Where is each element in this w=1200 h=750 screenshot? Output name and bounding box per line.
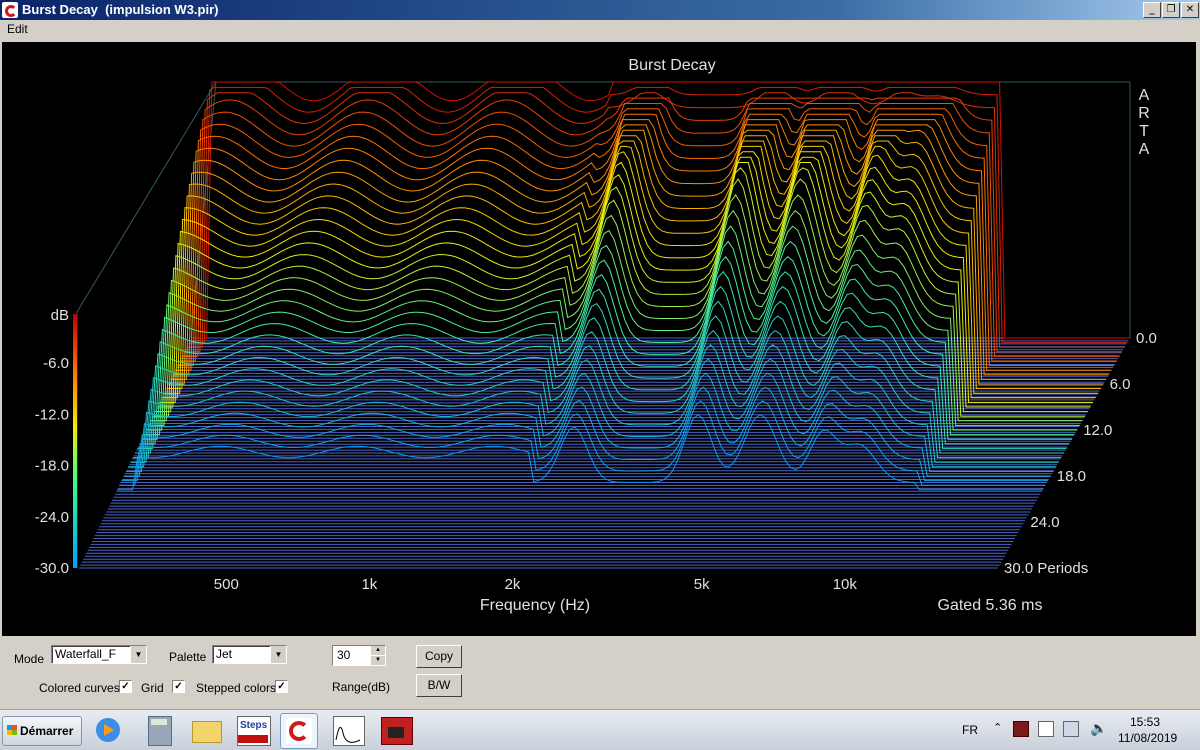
period-tick-label: 0.0 bbox=[1136, 330, 1157, 347]
decay-curves bbox=[117, 81, 1130, 491]
decay-curve bbox=[135, 300, 1064, 454]
steps-label: Steps bbox=[240, 720, 268, 731]
frequency-tick-label: 2k bbox=[505, 576, 521, 593]
db-tick-label: -30.0 bbox=[35, 560, 69, 577]
start-button[interactable]: Démarrer bbox=[2, 716, 82, 746]
range-value: 30 bbox=[337, 648, 351, 662]
copy-button[interactable]: Copy bbox=[416, 645, 462, 668]
stepped-colors-checkbox[interactable]: ✓ bbox=[275, 680, 288, 693]
decay-curve bbox=[179, 108, 1117, 362]
colored-curves-checkbox[interactable]: ✓ bbox=[119, 680, 132, 693]
decay-curve bbox=[152, 178, 1086, 417]
db-unit-label: dB bbox=[51, 307, 69, 324]
watermark-letter: A bbox=[1139, 141, 1150, 158]
burst-decay-plot: Burst Decay ARTA dB -6.0 -12.0 -18.0 -24.0-… bbox=[2, 42, 1196, 636]
clock-time[interactable]: 15:53 bbox=[1130, 715, 1160, 729]
frequency-tick-label: 5k bbox=[694, 576, 710, 593]
action-center-icon[interactable] bbox=[1038, 721, 1054, 737]
menu-bar: Edit bbox=[0, 20, 1200, 38]
controls-panel: Mode Waterfall_F ▼ Palette Jet ▼ 30 ▲ ▼ … bbox=[0, 638, 1200, 708]
show-hidden-icons-icon[interactable]: ⌃ bbox=[993, 721, 1002, 734]
db-color-scale bbox=[73, 314, 77, 568]
tray-app-icon[interactable] bbox=[1013, 721, 1029, 737]
chart-title: Burst Decay bbox=[628, 57, 715, 74]
mode-select[interactable]: Waterfall_F ▼ bbox=[51, 645, 147, 664]
bw-button[interactable]: B/W bbox=[416, 674, 462, 697]
start-label: Démarrer bbox=[20, 724, 74, 738]
db-tick-label: -24.0 bbox=[35, 509, 69, 526]
window-title: Burst Decay (impulsion W3.pir) bbox=[22, 2, 219, 17]
decay-curve bbox=[177, 113, 1115, 367]
palette-select[interactable]: Jet ▼ bbox=[212, 645, 287, 664]
spin-down-icon[interactable]: ▼ bbox=[371, 656, 385, 665]
watermark-letter: R bbox=[1138, 105, 1150, 122]
close-button[interactable]: ✕ bbox=[1181, 2, 1199, 18]
spin-up-icon[interactable]: ▲ bbox=[371, 646, 385, 655]
range-label: Range(dB) bbox=[332, 680, 391, 694]
chevron-down-icon[interactable]: ▼ bbox=[270, 646, 286, 663]
stepped-colors-label: Stepped colors bbox=[196, 681, 277, 695]
clock-date[interactable]: 11/08/2019 bbox=[1118, 731, 1177, 745]
arta-taskbar-icon[interactable] bbox=[280, 713, 318, 749]
decay-curve bbox=[188, 86, 1128, 344]
decay-curve bbox=[175, 119, 1112, 371]
period-tick-label: 18.0 bbox=[1057, 468, 1086, 485]
frequency-tick-label: 10k bbox=[833, 576, 858, 593]
minimize-button[interactable]: _ bbox=[1143, 2, 1161, 18]
decay-curve bbox=[184, 97, 1123, 353]
x-axis-label: Frequency (Hz) bbox=[480, 597, 590, 614]
range-spinbox[interactable]: 30 ▲ ▼ bbox=[332, 645, 386, 666]
mode-label: Mode bbox=[14, 652, 45, 666]
palette-label: Palette bbox=[169, 650, 207, 664]
taskbar: Démarrer Steps FR ⌃ 🔈 15:53 11/08/2019 bbox=[0, 709, 1200, 750]
menu-edit[interactable]: Edit bbox=[7, 22, 28, 36]
network-icon[interactable] bbox=[1063, 721, 1079, 737]
period-tick-label: 6.0 bbox=[1110, 376, 1131, 393]
language-indicator[interactable]: FR bbox=[962, 723, 978, 737]
period-tick-label: 30.0 Periods bbox=[1004, 560, 1088, 577]
impedance-app-icon[interactable] bbox=[330, 713, 366, 747]
waterfall-chart: Burst Decay ARTA dB -6.0-12.0-18.0-24.0-… bbox=[35, 57, 1157, 614]
frequency-tick-label: 1k bbox=[361, 576, 377, 593]
arta-watermark: ARTA bbox=[1138, 87, 1150, 158]
screenshot-app-icon[interactable] bbox=[378, 713, 414, 747]
grid-checkbox[interactable]: ✓ bbox=[172, 680, 185, 693]
media-player-icon[interactable] bbox=[90, 713, 126, 747]
db-tick-label: -6.0 bbox=[43, 355, 69, 372]
calculator-icon[interactable] bbox=[141, 713, 177, 747]
db-tick-labels: -6.0 -12.0 -18.0 -24.0 -30.0 bbox=[35, 355, 69, 577]
colored-curves-label: Colored curves bbox=[39, 681, 120, 695]
volume-icon[interactable]: 🔈 bbox=[1090, 720, 1107, 737]
period-tick-label: 24.0 bbox=[1030, 514, 1059, 531]
decay-curve bbox=[186, 92, 1125, 348]
mode-value: Waterfall_F bbox=[55, 647, 116, 661]
watermark-letter: A bbox=[1139, 87, 1150, 104]
arta-app-icon bbox=[2, 2, 18, 18]
period-tick-label: 12.0 bbox=[1083, 422, 1112, 439]
windows-logo-icon bbox=[7, 725, 17, 735]
frequency-tick-labels: 500 1k 2k 5k 10k bbox=[214, 576, 858, 593]
steps-app-icon[interactable]: Steps bbox=[235, 713, 271, 747]
grid-label: Grid bbox=[141, 681, 164, 695]
db-tick-label: -12.0 bbox=[35, 406, 69, 423]
decay-curve bbox=[117, 413, 1043, 491]
decay-curve bbox=[119, 400, 1046, 486]
title-bar: Burst Decay (impulsion W3.pir) _ ❐ ✕ bbox=[0, 0, 1200, 20]
watermark-letter: T bbox=[1139, 123, 1149, 140]
decay-curve bbox=[148, 209, 1080, 426]
folder-icon[interactable] bbox=[188, 713, 224, 747]
gated-note: Gated 5.36 ms bbox=[938, 597, 1043, 614]
restore-button[interactable]: ❐ bbox=[1162, 2, 1180, 18]
palette-value: Jet bbox=[216, 647, 233, 661]
frequency-tick-label: 500 bbox=[214, 576, 239, 593]
chevron-down-icon[interactable]: ▼ bbox=[130, 646, 146, 663]
db-tick-label: -18.0 bbox=[35, 458, 69, 475]
